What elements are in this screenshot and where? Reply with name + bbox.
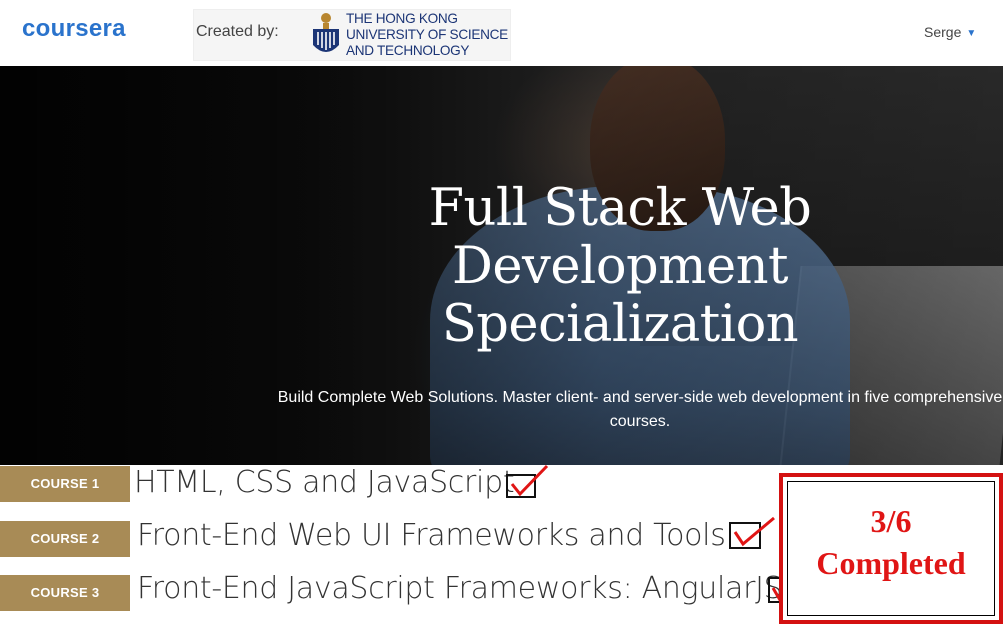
coursera-logo[interactable]: coursera <box>22 15 126 43</box>
created-by-label: Created by: <box>196 23 279 40</box>
user-menu[interactable]: Serge ▼ <box>924 24 976 40</box>
course-badge: COURSE 1 <box>0 466 130 502</box>
university-emblem-icon <box>313 13 339 52</box>
hero-banner: Full Stack Web Development Specializatio… <box>0 66 1003 465</box>
completion-annotation: 3/6 Completed <box>779 473 1003 624</box>
check-icon <box>729 516 775 549</box>
university-name: THE HONG KONG UNIVERSITY OF SCIENCE AND … <box>346 11 508 58</box>
user-name: Serge <box>924 24 962 40</box>
course-badge: COURSE 3 <box>0 575 130 611</box>
course-title[interactable]: HTML, CSS and JavaScript <box>134 465 515 500</box>
top-header: coursera Created by: THE HONG KONG UNIVE… <box>0 0 1003 66</box>
completion-label: Completed <box>816 545 966 581</box>
course-title[interactable]: Front-End Web UI Frameworks and Tools <box>137 518 726 553</box>
hero-subtitle: Build Complete Web Solutions. Master cli… <box>277 389 1003 430</box>
check-icon <box>506 464 549 498</box>
hero-title: Full Stack Web Development Specializatio… <box>428 179 812 354</box>
partner-box: Created by: THE HONG KONG UNIVERSITY OF … <box>193 9 511 61</box>
course-title[interactable]: Front-End JavaScript Frameworks: Angular… <box>137 571 783 606</box>
caret-down-icon: ▼ <box>966 28 977 39</box>
course-badge: COURSE 2 <box>0 521 130 557</box>
completion-fraction: 3/6 <box>870 503 912 539</box>
